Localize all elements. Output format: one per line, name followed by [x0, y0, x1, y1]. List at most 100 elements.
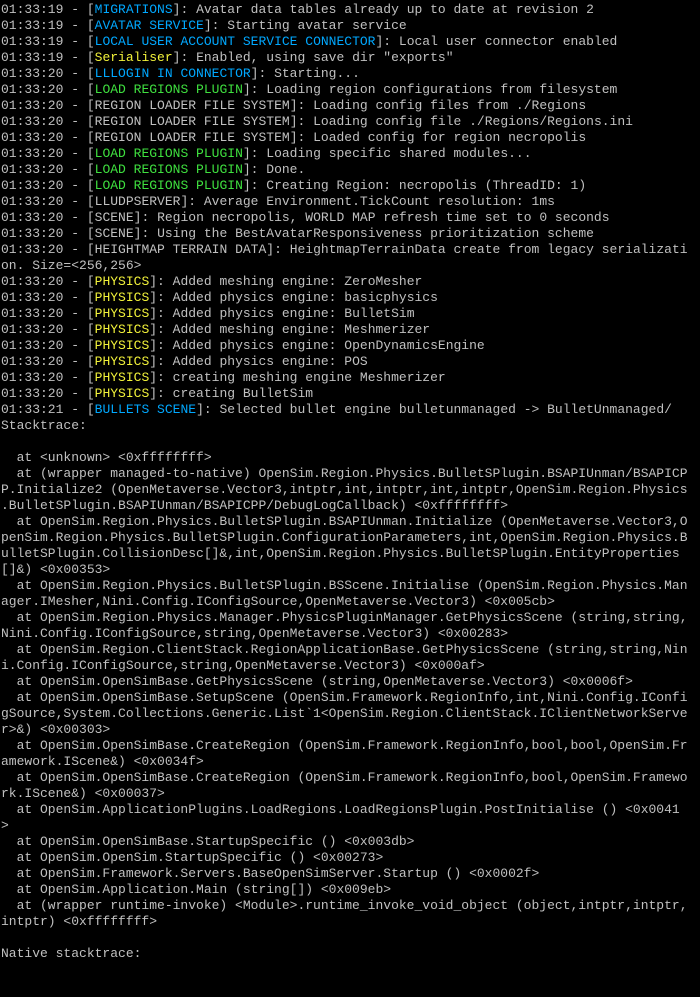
log-tag: HEIGHTMAP TERRAIN DATA: [94, 242, 267, 257]
log-line: intptr) <0xffffffff>: [1, 914, 700, 930]
log-text: at (wrapper runtime-invoke) <Module>.run…: [1, 898, 688, 913]
log-timestamp: 01:33:20: [1, 322, 64, 337]
log-line: Nini.Config.IConfigSource,string,OpenMet…: [1, 626, 700, 642]
log-line: at OpenSim.ApplicationPlugins.LoadRegion…: [1, 802, 700, 818]
log-message: Local user connector enabled: [398, 34, 618, 49]
log-text: .BulletSPlugin.BSAPIUnman/BSAPICPP/Debug…: [1, 498, 509, 513]
log-line: 01:33:20 - [PHYSICS]: creating meshing e…: [1, 370, 446, 385]
log-timestamp: 01:33:20: [1, 242, 64, 257]
log-message: Avatar data tables already up to date at…: [196, 2, 594, 17]
log-line: 01:33:20 - [PHYSICS]: Added physics engi…: [1, 354, 368, 369]
log-tag: AVATAR SERVICE: [94, 18, 204, 33]
log-message: Done.: [266, 162, 306, 177]
log-text: ulletSPlugin.CollisionDesc[]&,int,OpenSi…: [1, 546, 680, 561]
log-line: >: [1, 818, 700, 834]
log-timestamp: 01:33:20: [1, 370, 64, 385]
log-line: at OpenSim.Framework.Servers.BaseOpenSim…: [1, 866, 700, 882]
log-text: amework.IScene&) <0x0034f>: [1, 754, 204, 769]
log-message: Added meshing engine: Meshmerizer: [172, 322, 431, 337]
log-text: i.Config.IConfigSource,string,OpenMetave…: [1, 658, 485, 673]
log-text: Native stacktrace:: [1, 946, 142, 961]
log-message: Enabled, using save dir "exports": [196, 50, 454, 65]
log-timestamp: 01:33:19: [1, 34, 64, 49]
log-line: 01:33:21 - [BULLETS SCENE]: Selected bul…: [1, 402, 672, 417]
log-tag: PHYSICS: [94, 370, 150, 385]
log-line: ulletSPlugin.CollisionDesc[]&,int,OpenSi…: [1, 546, 700, 562]
log-line: 01:33:20 - [LOAD REGIONS PLUGIN]: Creati…: [1, 178, 587, 193]
log-line: at (wrapper runtime-invoke) <Module>.run…: [1, 898, 700, 914]
log-tag: BULLETS SCENE: [94, 402, 197, 417]
log-message: Average Environment.TickCount resolution…: [203, 194, 555, 209]
log-line: 01:33:20 - [LOAD REGIONS PLUGIN]: Loadin…: [1, 146, 532, 161]
log-line: Native stacktrace:: [1, 946, 700, 962]
log-text: at (wrapper managed-to-native) OpenSim.R…: [1, 466, 688, 481]
log-text: at OpenSim.Region.Physics.BulletSPlugin.…: [1, 514, 688, 529]
log-message: Added physics engine: basicphysics: [172, 290, 438, 305]
log-timestamp: 01:33:19: [1, 2, 64, 17]
log-timestamp: 01:33:19: [1, 18, 64, 33]
log-message: HeightmapTerrainData create from legacy …: [289, 242, 688, 257]
log-message: Added meshing engine: ZeroMesher: [172, 274, 423, 289]
log-tag: LOAD REGIONS PLUGIN: [94, 82, 243, 97]
log-line: 01:33:20 - [PHYSICS]: Added physics engi…: [1, 338, 485, 353]
log-timestamp: 01:33:20: [1, 290, 64, 305]
log-tag: SCENE: [94, 210, 134, 225]
log-line: []&) <0x00353>: [1, 562, 700, 578]
log-line: at <unknown> <0xffffffff>: [1, 450, 700, 466]
log-tag: REGION LOADER FILE SYSTEM: [94, 114, 290, 129]
log-line: 01:33:20 - [LLUDPSERVER]: Average Enviro…: [1, 194, 555, 209]
log-line: 01:33:20 - [REGION LOADER FILE SYSTEM]: …: [1, 130, 587, 145]
log-text: at OpenSim.OpenSimBase.StartupSpecific (…: [1, 834, 415, 849]
log-line: at OpenSim.OpenSim.StartupSpecific () <0…: [1, 850, 700, 866]
log-line: at OpenSim.Region.Physics.BulletSPlugin.…: [1, 514, 700, 530]
log-timestamp: 01:33:20: [1, 354, 64, 369]
log-timestamp: 01:33:20: [1, 66, 64, 81]
log-text: P.Initialize2 (OpenMetaverse.Vector3,int…: [1, 482, 688, 497]
log-message: Selected bullet engine bulletunmanaged -…: [219, 402, 672, 417]
log-line: P.Initialize2 (OpenMetaverse.Vector3,int…: [1, 482, 700, 498]
log-timestamp: 01:33:20: [1, 178, 64, 193]
log-line: at OpenSim.OpenSimBase.GetPhysicsScene (…: [1, 674, 700, 690]
log-text: intptr) <0xffffffff>: [1, 914, 158, 929]
log-line: gSource,System.Collections.Generic.List`…: [1, 706, 700, 722]
log-line: at OpenSim.Region.ClientStack.RegionAppl…: [1, 642, 700, 658]
log-text: r>&) <0x00303>: [1, 722, 111, 737]
log-text: at OpenSim.OpenSimBase.CreateRegion (Ope…: [1, 770, 688, 785]
log-tag: LOAD REGIONS PLUGIN: [94, 146, 243, 161]
log-timestamp: 01:33:20: [1, 130, 64, 145]
log-tag: LOAD REGIONS PLUGIN: [94, 178, 243, 193]
log-text: at <unknown> <0xffffffff>: [1, 450, 212, 465]
log-line: 01:33:20 - [PHYSICS]: Added physics engi…: [1, 290, 438, 305]
log-line: at OpenSim.Region.Physics.BulletSPlugin.…: [1, 578, 700, 594]
log-text: ager.IMesher,Nini.Config.IConfigSource,O…: [1, 594, 555, 609]
log-line: at OpenSim.OpenSimBase.CreateRegion (Ope…: [1, 738, 700, 754]
log-line: at OpenSim.OpenSimBase.StartupSpecific (…: [1, 834, 700, 850]
log-tag: PHYSICS: [94, 354, 150, 369]
log-text: penSim.Region.Physics.BulletSPlugin.Conf…: [1, 530, 688, 545]
log-text: at OpenSim.Application.Main (string[]) <…: [1, 882, 392, 897]
log-text: Stacktrace:: [1, 418, 87, 433]
log-timestamp: 01:33:20: [1, 114, 64, 129]
log-line: Stacktrace:: [1, 418, 700, 434]
log-text: at OpenSim.OpenSimBase.CreateRegion (Ope…: [1, 738, 688, 753]
log-timestamp: 01:33:20: [1, 162, 64, 177]
log-message: Starting avatar service: [227, 18, 407, 33]
log-text: gSource,System.Collections.Generic.List`…: [1, 706, 688, 721]
log-text: at OpenSim.ApplicationPlugins.LoadRegion…: [1, 802, 680, 817]
log-text: on. Size=<256,256>: [1, 258, 142, 273]
log-line: 01:33:20 - [HEIGHTMAP TERRAIN DATA]: Hei…: [1, 242, 688, 257]
console-window[interactable]: 01:33:19 - [MIGRATIONS]: Avatar data tab…: [0, 0, 700, 997]
log-text: at OpenSim.OpenSim.StartupSpecific () <0…: [1, 850, 384, 865]
log-timestamp: 01:33:20: [1, 98, 64, 113]
log-text: >: [1, 818, 9, 833]
log-timestamp: 01:33:20: [1, 194, 64, 209]
log-tag: PHYSICS: [94, 274, 150, 289]
log-message: Starting...: [274, 66, 360, 81]
log-text: at OpenSim.Region.ClientStack.RegionAppl…: [1, 642, 688, 657]
log-tag: LLLOGIN IN CONNECTOR: [94, 66, 251, 81]
log-tag: REGION LOADER FILE SYSTEM: [94, 98, 290, 113]
log-message: Loading config file ./Regions/Regions.in…: [313, 114, 633, 129]
log-message: Region necropolis, WORLD MAP refresh tim…: [157, 210, 610, 225]
log-message: Loading specific shared modules...: [266, 146, 532, 161]
